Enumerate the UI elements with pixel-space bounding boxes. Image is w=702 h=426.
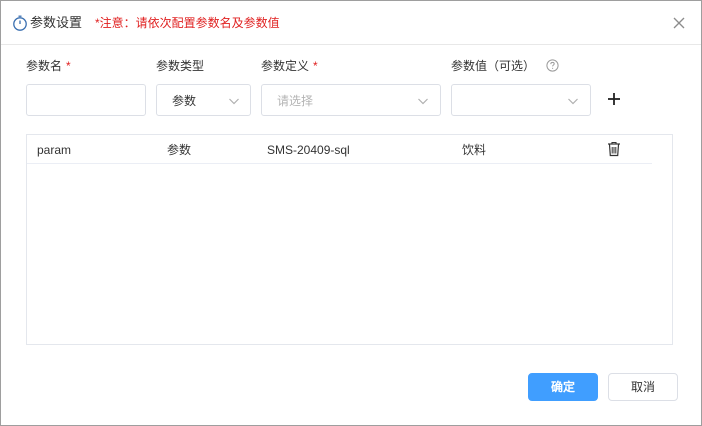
confirm-button[interactable]: 确定 [528, 373, 598, 401]
param-value-label: 参数值（可选） [451, 58, 559, 74]
required-mark: * [313, 59, 318, 73]
row-definition: SMS-20409-sql [267, 143, 350, 157]
param-name-label-text: 参数名 [26, 59, 63, 73]
dialog-title: 参数设置 [30, 15, 83, 30]
stopwatch-icon [13, 15, 27, 31]
trash-icon[interactable] [607, 141, 621, 157]
chevron-down-icon [229, 98, 239, 105]
row-name: param [37, 143, 72, 157]
param-def-placeholder: 请选择 [277, 94, 314, 108]
param-def-label: 参数定义 * [261, 58, 318, 74]
row-value: 饮料 [462, 143, 487, 157]
required-mark: * [66, 59, 71, 73]
param-settings-dialog: 参数设置 *注意：请依次配置参数名及参数值 参数名 * 参数类型 参数定义 * 参数… [0, 0, 702, 426]
row-type: 参数 [167, 143, 192, 157]
close-icon[interactable] [671, 15, 687, 31]
table-row: param 参数 SMS-20409-sql 饮料 [27, 135, 652, 164]
cancel-button[interactable]: 取消 [608, 373, 678, 401]
param-name-label: 参数名 * [26, 58, 71, 74]
param-type-label-text: 参数类型 [156, 59, 205, 73]
param-def-select[interactable]: 请选择 [261, 84, 441, 116]
param-type-select[interactable]: 参数 [156, 84, 251, 116]
param-table: param 参数 SMS-20409-sql 饮料 [26, 134, 673, 345]
chevron-down-icon [568, 98, 578, 105]
param-type-value: 参数 [172, 94, 197, 108]
question-circle-icon[interactable] [546, 59, 559, 72]
plus-icon[interactable] [607, 92, 621, 106]
param-value-label-text: 参数值（可选） [451, 59, 536, 73]
chevron-down-icon [418, 98, 428, 105]
config-notice: *注意：请依次配置参数名及参数值 [95, 16, 280, 30]
dialog-header: 参数设置 *注意：请依次配置参数名及参数值 [1, 1, 701, 45]
param-def-label-text: 参数定义 [261, 59, 310, 73]
param-type-label: 参数类型 [156, 58, 204, 74]
param-name-input[interactable] [26, 84, 146, 116]
param-value-select[interactable] [451, 84, 591, 116]
